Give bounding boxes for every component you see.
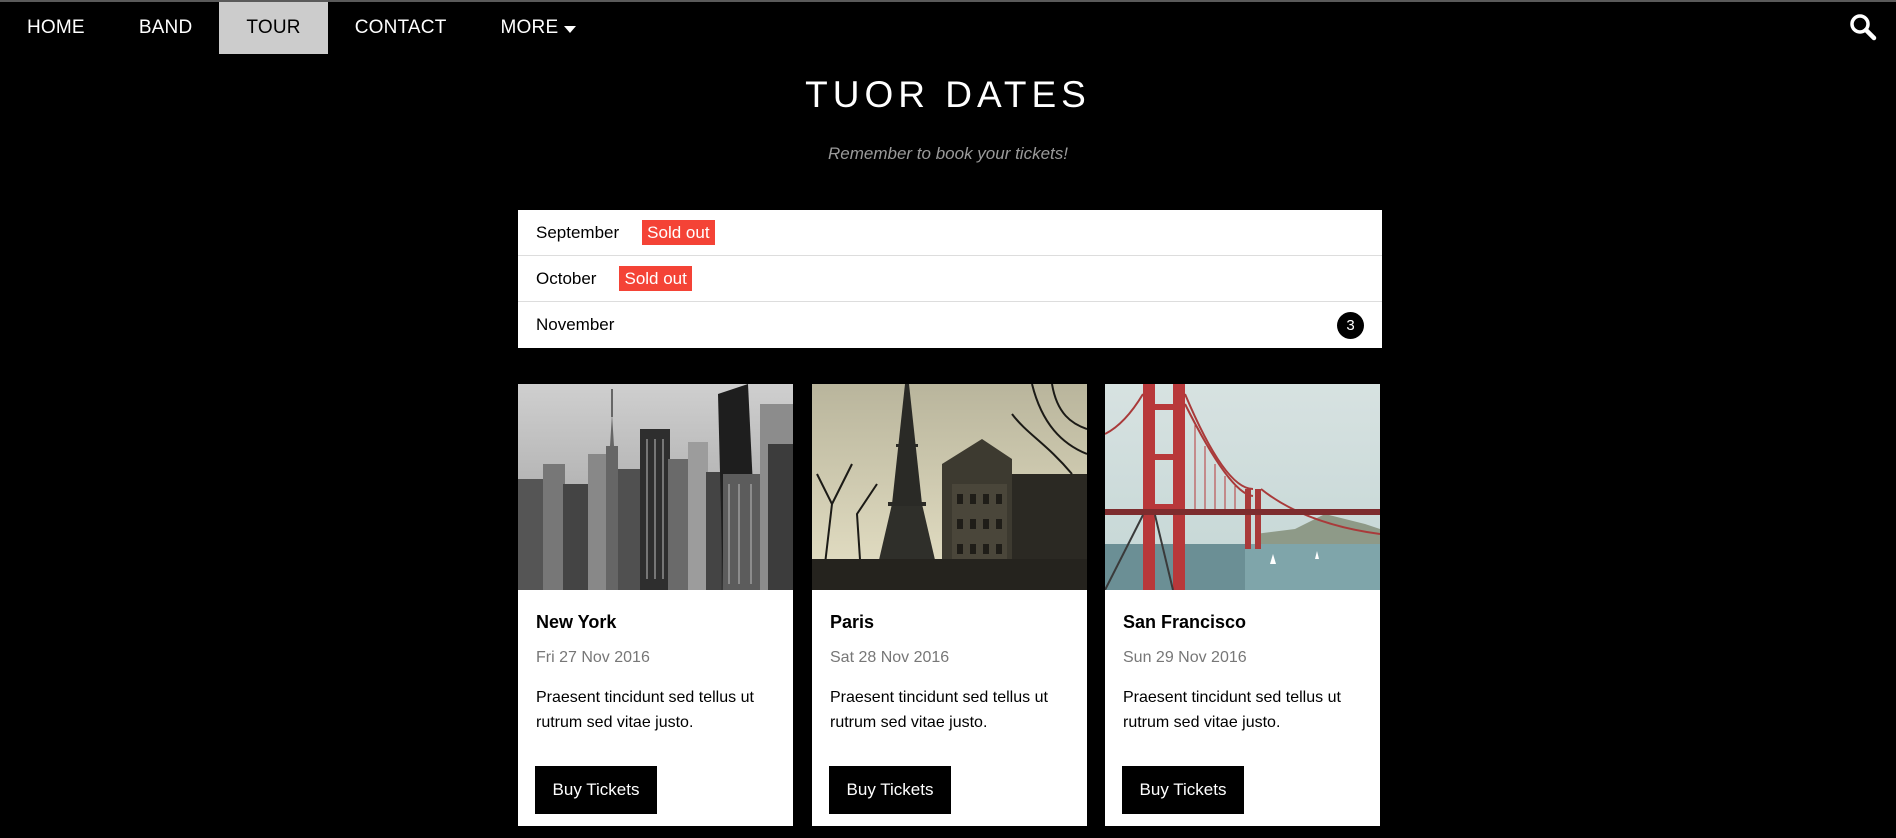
month-label: October bbox=[536, 268, 597, 288]
tour-month-list: September Sold out October Sold out Nove… bbox=[518, 210, 1382, 348]
tour-card-new-york: New York Fri 27 Nov 2016 Praesent tincid… bbox=[518, 384, 793, 826]
buy-tickets-button[interactable]: Buy Tickets bbox=[535, 766, 657, 814]
buy-tickets-button[interactable]: Buy Tickets bbox=[829, 766, 951, 814]
tour-card-paris: Paris Sat 28 Nov 2016 Praesent tincidunt… bbox=[812, 384, 1087, 826]
card-description: Praesent tincidunt sed tellus ut rutrum … bbox=[830, 689, 1048, 731]
buy-tickets-button[interactable]: Buy Tickets bbox=[1122, 766, 1244, 814]
month-label: September bbox=[536, 222, 620, 242]
nav-home[interactable]: HOME bbox=[0, 2, 112, 54]
nav-tour[interactable]: TOUR bbox=[219, 2, 328, 54]
search-icon[interactable] bbox=[1848, 12, 1878, 42]
card-city: San Francisco bbox=[1123, 612, 1247, 632]
month-item-september: September Sold out bbox=[518, 210, 1382, 256]
month-item-october: October Sold out bbox=[518, 256, 1382, 302]
nav-more[interactable]: MORE bbox=[474, 2, 604, 54]
month-label: November bbox=[536, 315, 615, 334]
card-city: New York bbox=[536, 612, 617, 632]
nav-more-label: MORE bbox=[500, 17, 559, 38]
card-date: Sun 29 Nov 2016 bbox=[1123, 649, 1247, 666]
new-york-image bbox=[518, 384, 793, 590]
page-subtitle: Remember to book your tickets! bbox=[828, 144, 1068, 163]
nav-contact[interactable]: CONTACT bbox=[328, 2, 474, 54]
paris-image bbox=[812, 384, 1087, 590]
san-francisco-image bbox=[1105, 384, 1380, 590]
top-nav: HOME BAND TOUR CONTACT MORE bbox=[0, 2, 1896, 54]
count-badge: 3 bbox=[1337, 312, 1364, 339]
card-date: Sat 28 Nov 2016 bbox=[830, 649, 950, 666]
card-description: Praesent tincidunt sed tellus ut rutrum … bbox=[536, 689, 754, 731]
card-description: Praesent tincidunt sed tellus ut rutrum … bbox=[1123, 689, 1341, 731]
card-city: Paris bbox=[830, 612, 875, 632]
page-title: TUOR DATES bbox=[805, 74, 1091, 115]
month-item-november: November 3 bbox=[518, 302, 1382, 348]
card-date: Fri 27 Nov 2016 bbox=[536, 649, 650, 666]
sold-out-badge: Sold out bbox=[642, 220, 715, 245]
nav-band[interactable]: BAND bbox=[112, 2, 220, 54]
sold-out-badge: Sold out bbox=[619, 266, 692, 291]
caret-down-icon bbox=[564, 25, 577, 33]
tour-card-san-francisco: San Francisco Sun 29 Nov 2016 Praesent t… bbox=[1105, 384, 1380, 826]
